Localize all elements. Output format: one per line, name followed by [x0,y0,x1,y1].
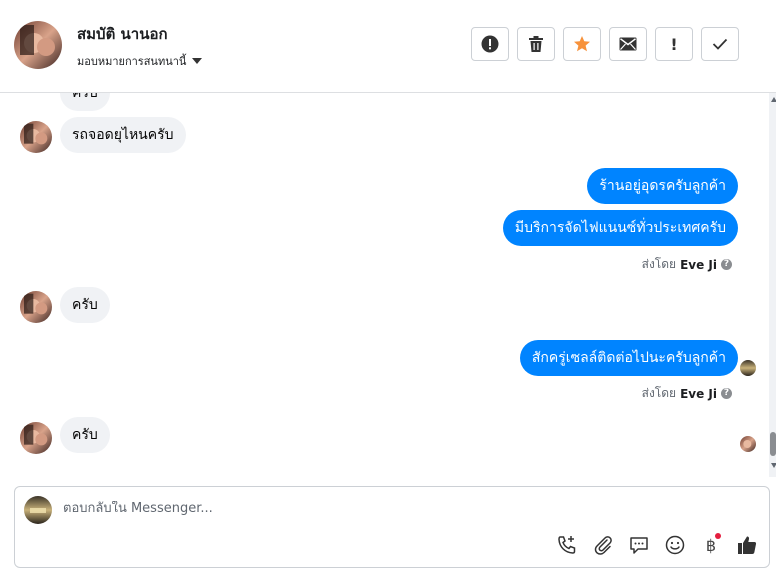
alert-circle-icon [481,35,499,53]
scroll-up-arrow-icon[interactable] [771,97,776,102]
scroll-down-arrow-icon[interactable] [771,463,776,468]
report-spam-button[interactable] [471,27,509,61]
scrollbar-thumb[interactable] [770,432,776,456]
paperclip-icon[interactable] [591,533,615,557]
mark-done-button[interactable] [701,27,739,61]
customer-avatar [20,121,52,153]
phone-add-icon[interactable] [555,533,579,557]
composer-actions: ฿ [555,533,759,557]
outgoing-message[interactable]: มีบริการจัดไฟแนนซ์ทั่วประเทศครับ [502,210,738,246]
customer-avatar [20,291,52,323]
sent-by-label: ส่งโดย Eve Ji ? [642,384,732,403]
help-icon[interactable]: ? [721,259,732,270]
help-icon[interactable]: ? [721,388,732,399]
mark-unread-button[interactable] [609,27,647,61]
star-button[interactable] [563,27,601,61]
conversation-header: สมบัติ นานอก มอบหมายการสนทนานี้ ! [0,0,776,93]
message-thread: ครับ รถจอดยุไหนครับ ร้านอยู่อุดรครับลูกค… [0,93,770,477]
sender-name: Eve Ji [680,386,717,401]
incoming-message[interactable]: ครับ [60,93,110,111]
reply-input[interactable] [63,501,663,516]
delete-button[interactable] [517,27,555,61]
customer-seen-avatar [740,436,756,452]
baht-icon[interactable]: ฿ [699,533,723,557]
outgoing-message[interactable]: สักครู่เซลล์ติดต่อไปนะครับลูกค้า [519,340,738,376]
emoji-icon[interactable] [663,533,687,557]
assign-conversation-dropdown[interactable]: มอบหมายการสนทนานี้ [77,52,203,70]
conversation-toolbar: ! [471,27,739,61]
sender-name: Eve Ji [680,257,717,272]
page-seen-avatar [740,360,756,376]
outgoing-message[interactable]: ร้านอยู่อุดรครับลูกค้า [587,168,738,204]
sent-by-prefix: ส่งโดย [641,386,677,400]
assign-label: มอบหมายการสนทนานี้ [77,55,187,68]
contact-name[interactable]: สมบัติ นานอก [77,22,168,46]
exclamation-icon: ! [670,34,678,54]
trash-icon [529,36,543,52]
contact-avatar[interactable] [14,21,62,69]
incoming-message[interactable]: รถจอดยุไหนครับ [60,117,186,153]
follow-up-button[interactable]: ! [655,27,693,61]
baht-glyph: ฿ [705,535,717,555]
incoming-message[interactable]: ครับ [60,417,110,453]
customer-avatar [20,422,52,454]
notification-dot [715,533,721,539]
scrollbar-track[interactable] [769,93,776,477]
caret-down-icon [192,58,203,64]
star-icon [574,36,590,52]
sent-by-label: ส่งโดย Eve Ji ? [642,255,732,274]
checkmark-icon [712,38,728,50]
sent-by-prefix: ส่งโดย [641,257,677,271]
thumbs-up-icon[interactable] [735,533,759,557]
incoming-message[interactable]: ครับ [60,287,110,323]
reply-composer: ฿ [14,486,770,568]
envelope-icon [619,37,637,51]
speech-bubble-icon[interactable] [627,533,651,557]
page-avatar [24,496,52,524]
